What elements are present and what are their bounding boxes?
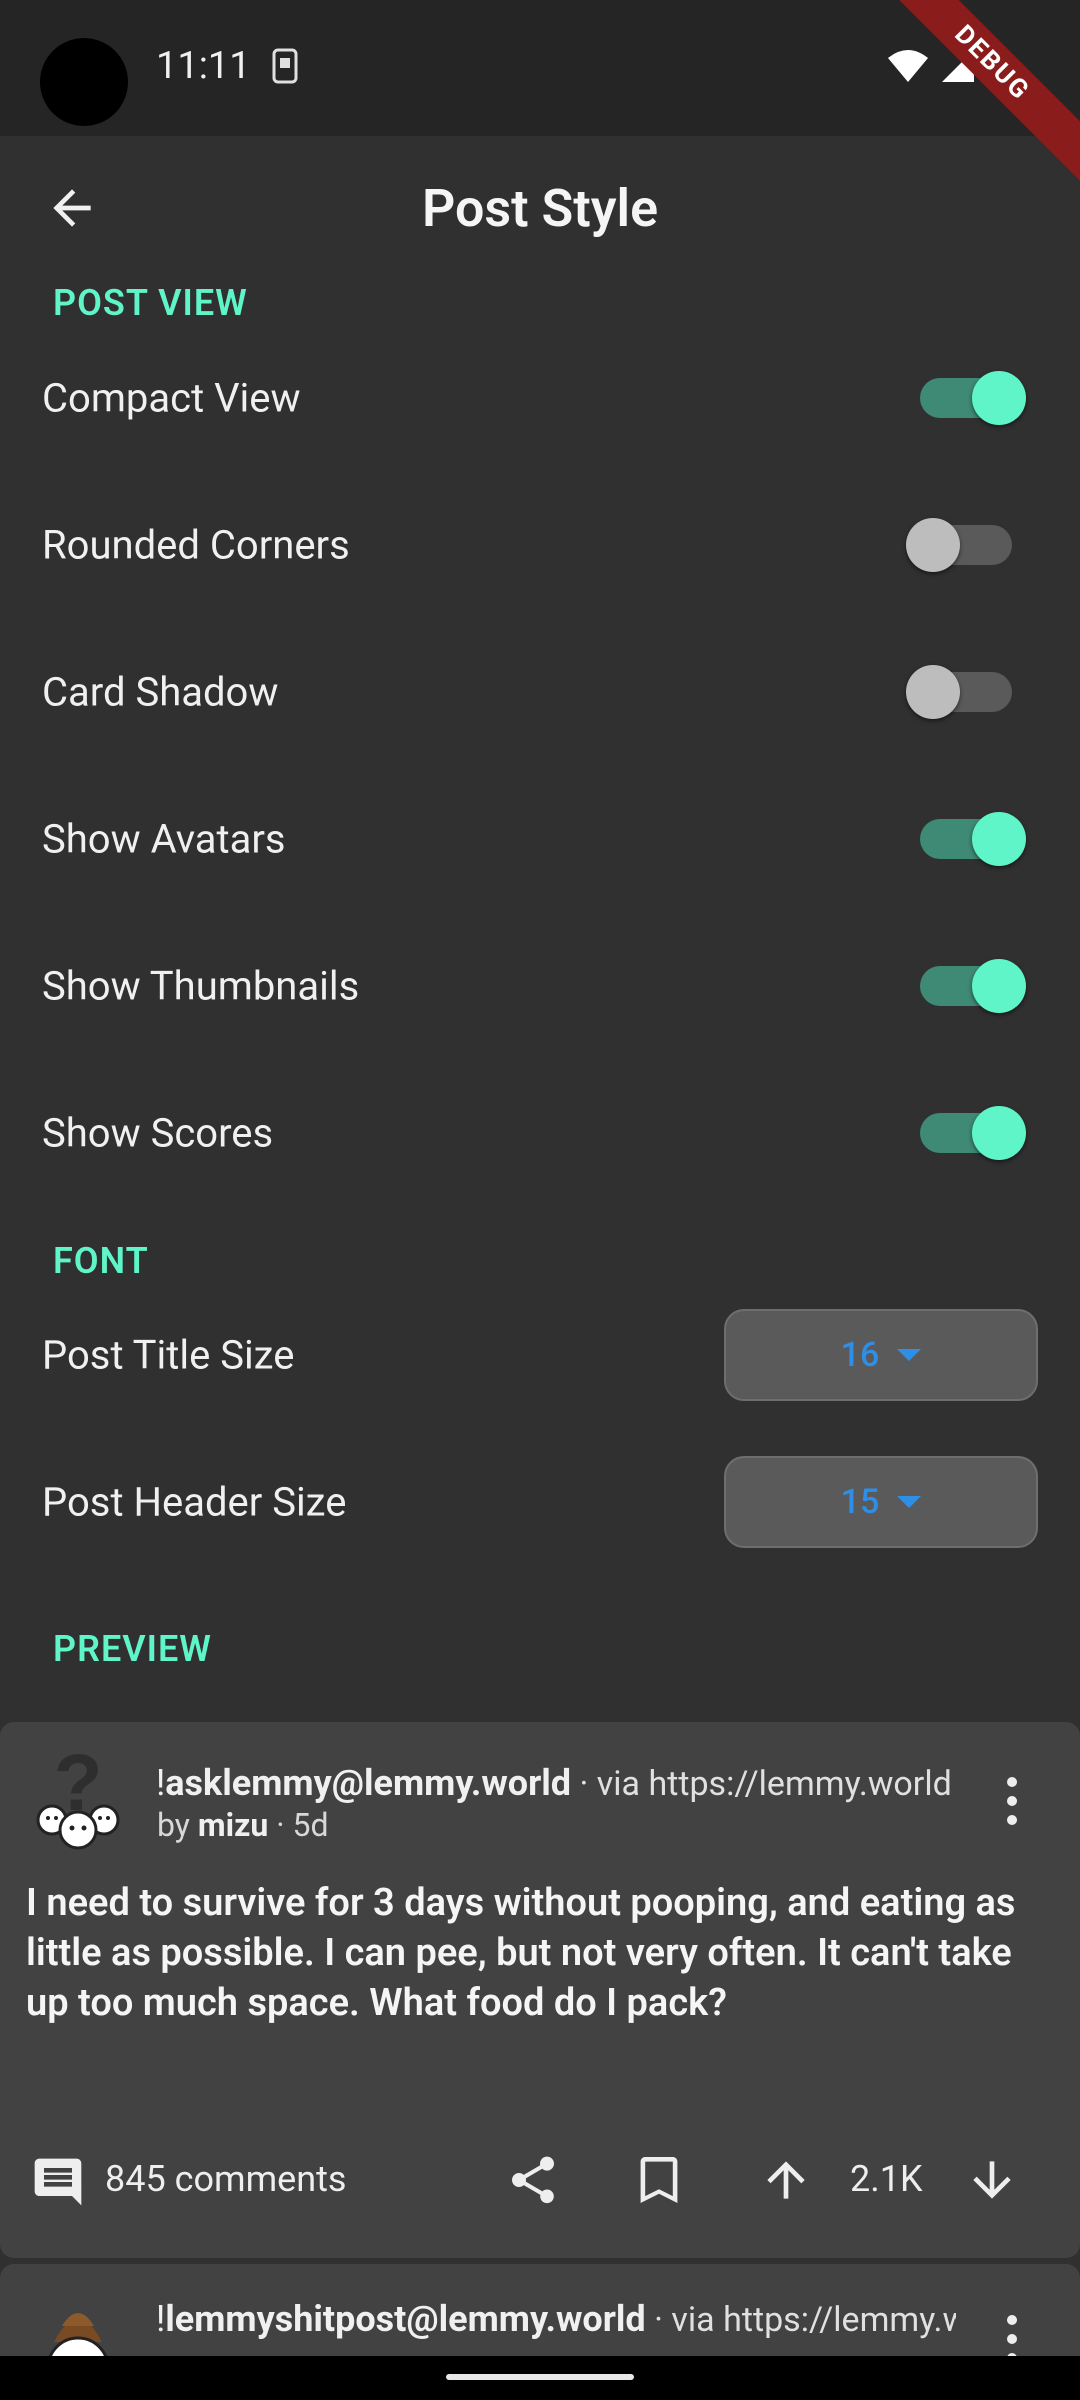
- setting-post-title-size: Post Title Size 16: [0, 1281, 1080, 1428]
- card-shadow-switch[interactable]: [906, 664, 1012, 719]
- more-options-icon[interactable]: [1006, 1776, 1018, 1826]
- compact-view-switch[interactable]: [920, 370, 1026, 425]
- section-header-post-view: POST VIEW: [53, 282, 248, 324]
- rounded-corners-switch[interactable]: [906, 517, 1012, 572]
- post-community[interactable]: !lemmyshitpost@lemmy.world · via https:/…: [156, 2298, 956, 2340]
- post-author[interactable]: mizu: [198, 1806, 268, 1844]
- setting-card-shadow[interactable]: Card Shadow: [0, 618, 1080, 765]
- bookmark-icon[interactable]: [636, 2152, 682, 2208]
- dropdown-caret-icon: [897, 1348, 922, 1361]
- setting-label: Show Avatars: [42, 815, 286, 862]
- share-icon[interactable]: [505, 2152, 561, 2208]
- app-bar: Post Style: [0, 136, 1080, 280]
- setting-rounded-corners[interactable]: Rounded Corners: [0, 471, 1080, 618]
- community-name: lemmyshitpost: [165, 2298, 407, 2340]
- community-prefix: !: [156, 1762, 166, 1804]
- post-header-size-dropdown[interactable]: 15: [724, 1455, 1038, 1548]
- setting-label: Card Shadow: [42, 668, 279, 715]
- upvote-arrow-icon[interactable]: [758, 2152, 814, 2208]
- show-avatars-switch[interactable]: [920, 811, 1026, 866]
- community-instance: @lemmy.world: [406, 2298, 646, 2340]
- by-label: by: [157, 1806, 198, 1844]
- setting-label: Post Title Size: [42, 1331, 295, 1378]
- dropdown-value: 16: [840, 1334, 880, 1375]
- status-bar: 11:11 DEBUG: [0, 0, 1080, 184]
- post-age: · 5d: [268, 1806, 329, 1844]
- downvote-arrow-icon[interactable]: [964, 2152, 1020, 2208]
- post-meta: by mizu · 5d: [157, 1806, 329, 1844]
- dropdown-caret-icon: [897, 1495, 922, 1508]
- setting-post-header-size: Post Header Size 15: [0, 1428, 1080, 1575]
- wifi-icon: [888, 50, 928, 82]
- section-header-preview: PREVIEW: [53, 1628, 212, 1670]
- show-thumbnails-switch[interactable]: [920, 958, 1026, 1013]
- post-card[interactable]: ? !asklemmy@lemmy.world · via https://le…: [0, 1722, 1080, 2258]
- setting-label: Rounded Corners: [42, 521, 350, 568]
- status-time: 11:11: [156, 44, 251, 88]
- notification-icon: [272, 48, 298, 84]
- post-community[interactable]: !asklemmy@lemmy.world · via https://lemm…: [156, 1762, 956, 1804]
- setting-label: Show Scores: [42, 1109, 274, 1156]
- dropdown-value: 15: [840, 1481, 880, 1522]
- community-instance: @lemmy.world: [331, 1762, 572, 1804]
- page-title: Post Style: [421, 178, 659, 239]
- post-actions: 845 comments 2.1K: [0, 2140, 1080, 2220]
- post-score: 2.1K: [850, 2158, 923, 2200]
- setting-label: Post Header Size: [42, 1478, 347, 1525]
- camera-cutout: [40, 38, 128, 126]
- section-header-font: FONT: [53, 1240, 149, 1282]
- via-text: · via https://lemmy.world: [654, 2300, 956, 2340]
- post-title[interactable]: I need to survive for 3 days without poo…: [26, 1878, 1046, 2028]
- community-prefix: !: [156, 2298, 166, 2340]
- setting-show-scores[interactable]: Show Scores: [0, 1059, 1080, 1206]
- setting-show-avatars[interactable]: Show Avatars: [0, 765, 1080, 912]
- setting-show-thumbnails[interactable]: Show Thumbnails: [0, 912, 1080, 1059]
- comments-count[interactable]: 845 comments: [105, 2158, 346, 2200]
- comments-icon[interactable]: [30, 2154, 86, 2210]
- setting-compact-view[interactable]: Compact View: [0, 324, 1080, 471]
- post-title-size-dropdown[interactable]: 16: [724, 1308, 1038, 1401]
- system-nav-bar: [0, 2356, 1080, 2400]
- show-scores-switch[interactable]: [920, 1105, 1026, 1160]
- via-text: · via https://lemmy.world: [571, 1764, 952, 1804]
- setting-label: Show Thumbnails: [42, 962, 360, 1009]
- community-avatar-icon: ?: [36, 1750, 120, 1850]
- home-gesture-handle[interactable]: [446, 2374, 634, 2380]
- community-name: asklemmy: [165, 1762, 332, 1804]
- setting-label: Compact View: [42, 374, 301, 421]
